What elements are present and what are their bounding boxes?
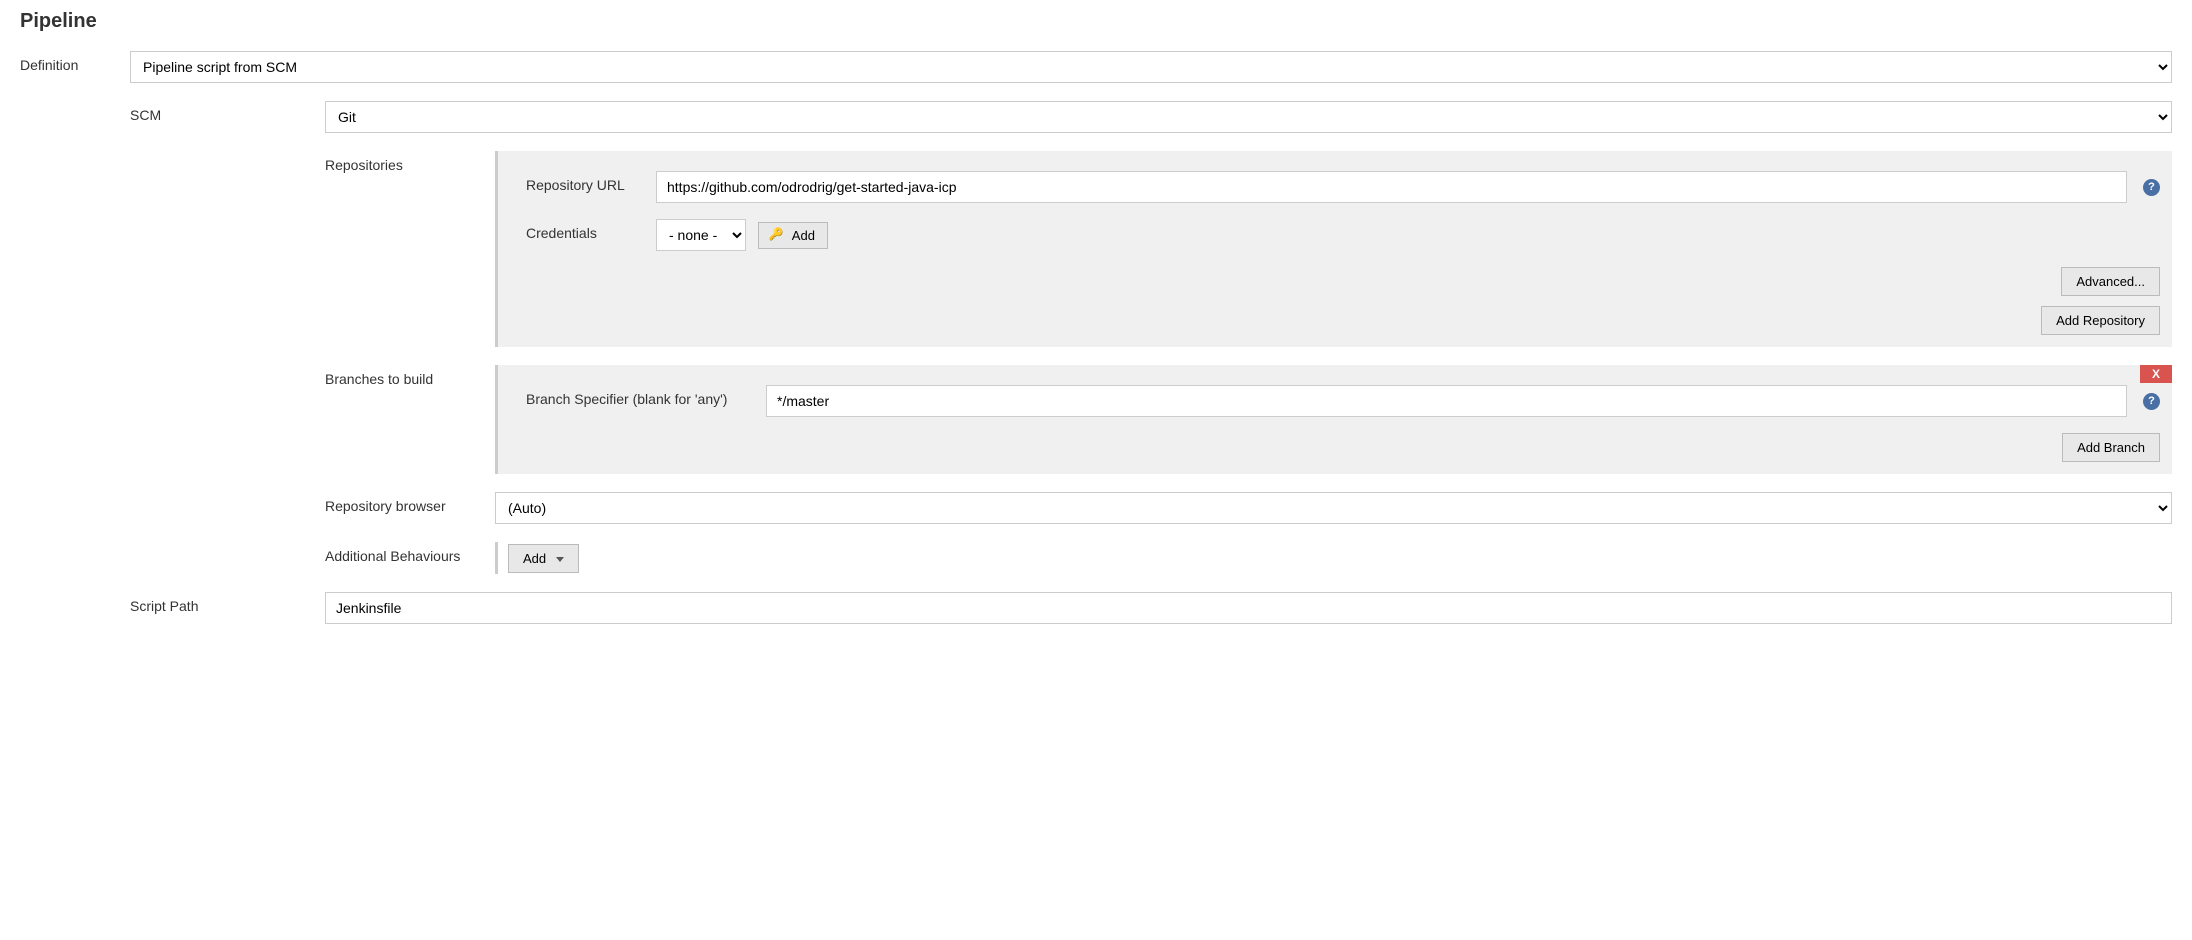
repository-url-input[interactable] <box>656 171 2127 203</box>
definition-row: Definition Pipeline script from SCM <box>20 51 2172 83</box>
credentials-label: Credentials <box>526 219 656 241</box>
scm-row: SCM Git <box>130 101 2172 133</box>
script-path-input[interactable] <box>325 592 2172 624</box>
add-repository-button[interactable]: Add Repository <box>2041 306 2160 335</box>
definition-select[interactable]: Pipeline script from SCM <box>130 51 2172 83</box>
script-path-row: Script Path <box>130 592 2172 624</box>
branches-label: Branches to build <box>325 365 495 387</box>
branch-specifier-label: Branch Specifier (blank for 'any') <box>526 385 766 407</box>
script-path-label: Script Path <box>130 592 325 614</box>
credentials-select[interactable]: - none - <box>656 219 746 251</box>
repository-panel: Repository URL ? Credentials - none - Ad… <box>495 151 2172 347</box>
repo-browser-select[interactable]: (Auto) <box>495 492 2172 524</box>
chevron-down-icon <box>556 557 564 562</box>
help-icon[interactable]: ? <box>2143 179 2160 196</box>
scm-select[interactable]: Git <box>325 101 2172 133</box>
branches-row: Branches to build X Branch Specifier (bl… <box>325 365 2172 474</box>
key-icon <box>771 231 785 241</box>
pipeline-section-title: Pipeline <box>20 10 2172 33</box>
add-branch-button[interactable]: Add Branch <box>2062 433 2160 462</box>
repo-browser-row: Repository browser (Auto) <box>325 492 2172 524</box>
branch-specifier-input[interactable] <box>766 385 2127 417</box>
additional-behaviours-row: Additional Behaviours Add <box>325 542 2172 574</box>
definition-label: Definition <box>20 51 130 73</box>
repo-browser-label: Repository browser <box>325 492 495 514</box>
add-behaviour-button[interactable]: Add <box>508 544 579 573</box>
additional-behaviours-label: Additional Behaviours <box>325 542 495 564</box>
repositories-label: Repositories <box>325 151 495 173</box>
add-credentials-button[interactable]: Add <box>758 222 828 249</box>
repository-url-label: Repository URL <box>526 171 656 193</box>
delete-branch-button[interactable]: X <box>2140 365 2172 383</box>
advanced-button[interactable]: Advanced... <box>2061 267 2160 296</box>
scm-label: SCM <box>130 101 325 123</box>
help-icon[interactable]: ? <box>2143 393 2160 410</box>
branch-panel: X Branch Specifier (blank for 'any') ? A… <box>495 365 2172 474</box>
repositories-row: Repositories Repository URL ? Credential… <box>325 151 2172 347</box>
